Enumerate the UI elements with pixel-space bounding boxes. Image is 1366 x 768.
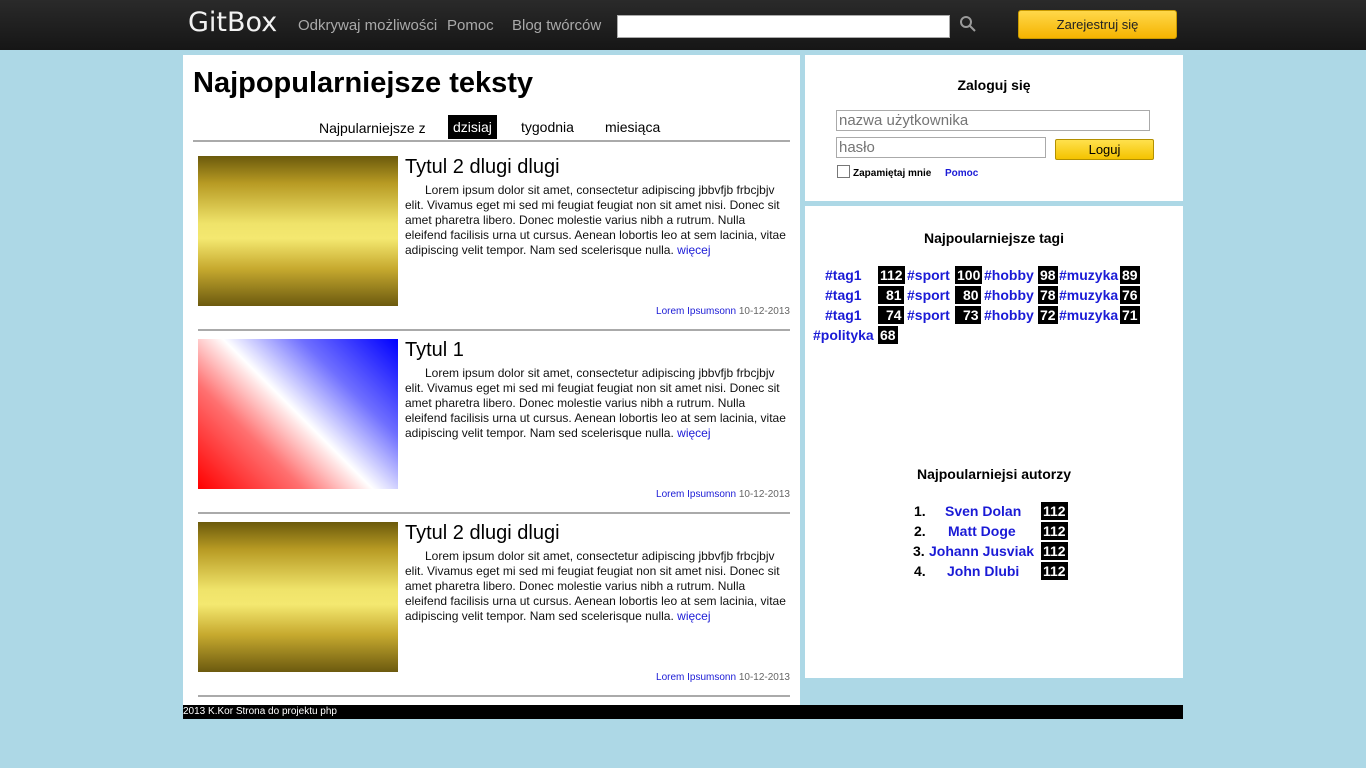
author-count: 112	[1041, 502, 1068, 520]
article-title[interactable]: Tytul 2 dlugi dlugi	[405, 522, 560, 545]
tag-count: 72	[1038, 306, 1058, 324]
tag-link[interactable]: #tag1	[825, 307, 862, 323]
tag-count: 71	[1120, 306, 1140, 324]
tag-count: 73	[955, 306, 981, 324]
article-card: Tytul 2 dlugi dlugi Lorem ipsum dolor si…	[198, 522, 790, 697]
author-count: 112	[1041, 562, 1068, 580]
author-rank: 2.	[914, 523, 926, 539]
tag-link[interactable]: #muzyka	[1059, 307, 1118, 323]
register-button[interactable]: Zarejestruj się	[1018, 10, 1177, 39]
article-author[interactable]: Lorem Ipsumsonn	[656, 489, 736, 500]
tag-count: 80	[955, 286, 981, 304]
tag-link[interactable]: #tag1	[825, 287, 862, 303]
remember-checkbox[interactable]	[837, 165, 850, 178]
nav-discover[interactable]: Odkrywaj możliwości	[298, 17, 437, 34]
login-help-link[interactable]: Pomoc	[945, 168, 978, 179]
search-icon[interactable]	[959, 15, 977, 33]
author-link[interactable]: Matt Doge	[948, 523, 1016, 539]
author-rank: 4.	[914, 563, 926, 579]
tag-count: 98	[1038, 266, 1058, 284]
tab-month[interactable]: miesiąca	[600, 115, 665, 139]
tag-count: 89	[1120, 266, 1140, 284]
authors-title: Najpoularniejsi autorzy	[916, 466, 1072, 482]
author-rank: 3.	[913, 543, 925, 559]
article-thumbnail[interactable]	[198, 339, 398, 489]
footer: 2013 K.Kor Strona do projektu php	[183, 705, 1183, 719]
article-title[interactable]: Tytul 2 dlugi dlugi	[405, 156, 560, 179]
filter-bar: Najpularniejsze z dzisiaj tygodnia miesi…	[193, 114, 790, 142]
tag-count: 76	[1120, 286, 1140, 304]
top-bar: GitBox Odkrywaj możliwości Pomoc Blog tw…	[0, 0, 1366, 50]
article-thumbnail[interactable]	[198, 156, 398, 306]
tag-count: 68	[878, 326, 898, 344]
article-date: 10-12-2013	[738, 672, 790, 683]
author-count: 112	[1041, 522, 1068, 540]
tag-link[interactable]: #tag1	[825, 267, 862, 283]
tag-link[interactable]: #hobby	[984, 307, 1034, 323]
article-meta: Lorem Ipsumsonn 10-12-2013	[656, 489, 790, 500]
tab-today[interactable]: dzisiaj	[448, 115, 497, 139]
tab-week[interactable]: tygodnia	[516, 115, 579, 139]
article-card: Tytul 2 dlugi dlugi Lorem ipsum dolor si…	[198, 156, 790, 331]
tag-count: 74	[878, 306, 904, 324]
tag-link[interactable]: #hobby	[984, 287, 1034, 303]
more-link[interactable]: więcej	[677, 609, 710, 623]
remember-label: Zapamiętaj mnie	[853, 168, 932, 179]
login-button[interactable]: Loguj	[1055, 139, 1154, 160]
password-input[interactable]	[836, 137, 1046, 158]
article-author[interactable]: Lorem Ipsumsonn	[656, 306, 736, 317]
author-count: 112	[1041, 542, 1068, 560]
article-body: Lorem ipsum dolor sit amet, consectetur …	[405, 366, 790, 441]
username-input[interactable]	[836, 110, 1150, 131]
article-text: Lorem ipsum dolor sit amet, consectetur …	[405, 549, 786, 623]
filter-label: Najpularniejsze z	[319, 120, 426, 136]
author-link[interactable]: Sven Dolan	[945, 503, 1021, 519]
author-link[interactable]: Johann Jusviak	[929, 543, 1034, 559]
article-card: Tytul 1 Lorem ipsum dolor sit amet, cons…	[198, 339, 790, 514]
login-panel: Zaloguj się Loguj Zapamiętaj mnie Pomoc	[805, 55, 1183, 201]
page-title: Najpopularniejsze teksty	[193, 67, 534, 99]
nav-blog[interactable]: Blog twórców	[512, 17, 601, 34]
tag-count: 112	[878, 266, 905, 284]
article-meta: Lorem Ipsumsonn 10-12-2013	[656, 672, 790, 683]
logo[interactable]: GitBox	[188, 7, 277, 38]
tag-link[interactable]: #polityka	[813, 327, 874, 343]
tags-title: Najpoularniejsze tagi	[923, 230, 1065, 246]
article-body: Lorem ipsum dolor sit amet, consectetur …	[405, 183, 790, 258]
article-body: Lorem ipsum dolor sit amet, consectetur …	[405, 549, 790, 624]
article-title[interactable]: Tytul 1	[405, 339, 464, 362]
main-panel: Najpopularniejsze teksty Najpularniejsze…	[183, 55, 800, 705]
article-thumbnail[interactable]	[198, 522, 398, 672]
article-date: 10-12-2013	[738, 489, 790, 500]
tag-count: 78	[1038, 286, 1058, 304]
tag-link[interactable]: #sport	[907, 267, 950, 283]
search-input[interactable]	[617, 15, 950, 38]
tag-link[interactable]: #hobby	[984, 267, 1034, 283]
more-link[interactable]: więcej	[677, 426, 710, 440]
article-date: 10-12-2013	[738, 306, 790, 317]
tag-count: 81	[878, 286, 904, 304]
more-link[interactable]: więcej	[677, 243, 710, 257]
author-rank: 1.	[914, 503, 926, 519]
nav-help[interactable]: Pomoc	[447, 17, 494, 34]
tag-link[interactable]: #muzyka	[1059, 287, 1118, 303]
login-title: Zaloguj się	[957, 77, 1031, 93]
tag-count: 100	[955, 266, 983, 284]
article-meta: Lorem Ipsumsonn 10-12-2013	[656, 306, 790, 317]
article-author[interactable]: Lorem Ipsumsonn	[656, 672, 736, 683]
tag-link[interactable]: #sport	[907, 287, 950, 303]
author-link[interactable]: John Dlubi	[947, 563, 1019, 579]
tags-panel: Najpoularniejsze tagi #tag1 112 #sport 1…	[805, 206, 1183, 678]
tag-link[interactable]: #sport	[907, 307, 950, 323]
tag-link[interactable]: #muzyka	[1059, 267, 1118, 283]
article-text: Lorem ipsum dolor sit amet, consectetur …	[405, 183, 786, 257]
article-text: Lorem ipsum dolor sit amet, consectetur …	[405, 366, 786, 440]
